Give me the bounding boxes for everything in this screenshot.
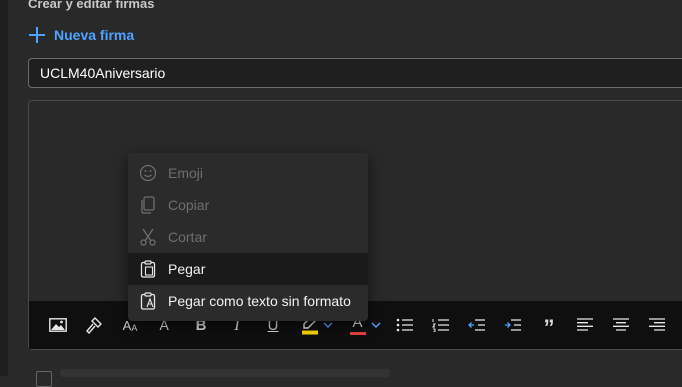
menu-item-label: Copiar [168, 197, 210, 213]
emoji-icon [128, 164, 168, 182]
menu-item-emoji[interactable]: Emoji [128, 157, 368, 189]
plus-icon [28, 26, 46, 44]
context-menu: Emoji Copiar Cortar Pegar Pegar como tex… [128, 153, 368, 321]
menu-item-cut[interactable]: Cortar [128, 221, 368, 253]
numbering-icon[interactable] [431, 313, 451, 337]
new-signature-label: Nueva firma [54, 27, 135, 43]
menu-item-label: Pegar como texto sin formato [168, 293, 351, 309]
menu-item-label: Pegar [168, 261, 206, 277]
increase-indent-icon[interactable] [503, 313, 523, 337]
format-painter-icon[interactable] [83, 313, 105, 337]
copy-icon [128, 196, 168, 214]
quote-glyph: ” [543, 315, 555, 340]
paste-plain-text-icon [128, 292, 168, 310]
quote-icon[interactable]: ” [539, 313, 559, 340]
default-signature-checkbox[interactable] [36, 371, 52, 387]
align-left-icon[interactable] [575, 313, 595, 337]
new-signature-button[interactable]: Nueva firma [28, 26, 134, 44]
menu-item-paste[interactable]: Pegar [128, 253, 368, 285]
cut-icon [128, 228, 168, 246]
paste-icon [128, 260, 168, 278]
menu-item-label: Emoji [168, 165, 204, 181]
section-title: Crear y editar firmas [28, 0, 155, 11]
decrease-indent-icon[interactable] [467, 313, 487, 337]
signature-name-input[interactable]: UCLM40Aniversario [28, 58, 682, 88]
insert-picture-icon[interactable] [47, 313, 69, 337]
bullets-icon[interactable] [395, 313, 415, 337]
menu-item-label: Cortar [168, 229, 207, 245]
menu-item-copy[interactable]: Copiar [128, 189, 368, 221]
left-gutter [0, 0, 8, 376]
align-right-icon[interactable] [647, 313, 667, 337]
menu-item-paste-plain-text[interactable]: Pegar como texto sin formato [128, 285, 368, 317]
align-center-icon[interactable] [611, 313, 631, 337]
